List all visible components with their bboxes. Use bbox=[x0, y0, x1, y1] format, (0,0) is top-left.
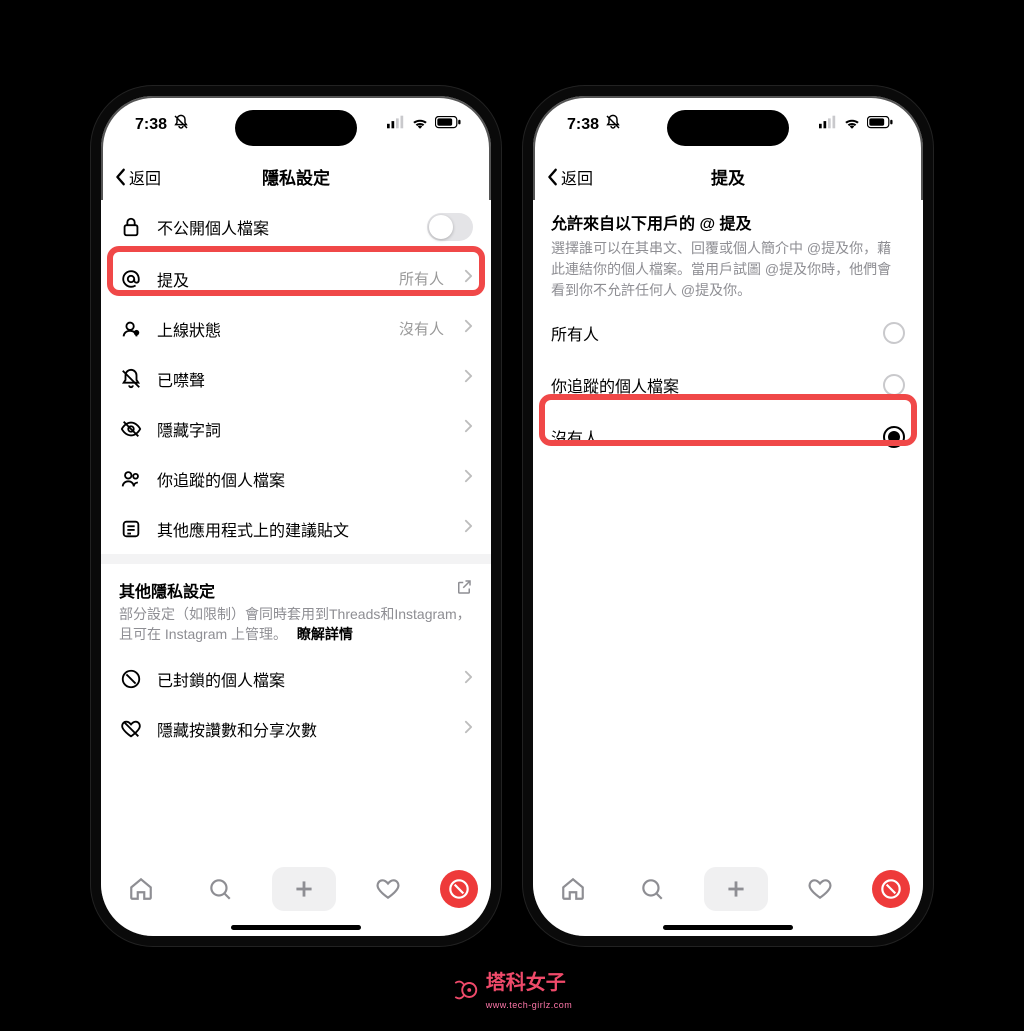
option-label: 你追蹤的個人檔案 bbox=[551, 373, 679, 397]
row-hidden-words[interactable]: 隱藏字詞 bbox=[101, 404, 491, 454]
row-private-profile[interactable]: 不公開個人檔案 bbox=[101, 200, 491, 254]
other-privacy-subtitle: 部分設定（如限制）會同時套用到Threads和Instagram，且可在 Ins… bbox=[101, 604, 491, 655]
dynamic-island bbox=[235, 110, 357, 146]
wifi-icon bbox=[411, 115, 429, 134]
row-online-status[interactable]: 上線狀態 沒有人 bbox=[101, 304, 491, 354]
chevron-right-icon bbox=[464, 720, 473, 739]
tab-activity[interactable] bbox=[361, 867, 415, 911]
row-label: 已封鎖的個人檔案 bbox=[157, 667, 444, 691]
battery-icon bbox=[435, 116, 461, 134]
back-label: 返回 bbox=[561, 165, 593, 189]
status-time: 7:38 bbox=[135, 116, 167, 134]
row-value: 沒有人 bbox=[399, 318, 444, 339]
row-value: 所有人 bbox=[399, 268, 444, 289]
phone-right: 7:38 返回 提及 bbox=[523, 86, 933, 946]
chevron-right-icon bbox=[464, 269, 473, 288]
tab-profile[interactable] bbox=[440, 870, 478, 908]
tab-activity[interactable] bbox=[793, 867, 847, 911]
back-button[interactable]: 返回 bbox=[547, 165, 593, 189]
row-label: 不公開個人檔案 bbox=[157, 215, 413, 239]
at-icon bbox=[119, 267, 143, 291]
home-indicator bbox=[663, 925, 793, 930]
option-following[interactable]: 你追蹤的個人檔案 bbox=[533, 359, 923, 411]
lock-icon bbox=[119, 215, 143, 239]
tab-compose[interactable] bbox=[704, 867, 768, 911]
tab-search[interactable] bbox=[193, 867, 247, 911]
blocked-icon bbox=[119, 667, 143, 691]
tab-bar bbox=[533, 856, 923, 936]
back-button[interactable]: 返回 bbox=[115, 165, 161, 189]
row-label: 你追蹤的個人檔案 bbox=[157, 467, 444, 491]
chevron-right-icon bbox=[464, 469, 473, 488]
cellular-icon bbox=[819, 115, 837, 134]
tab-home[interactable] bbox=[546, 867, 600, 911]
phone-left: 7:38 返回 隱私設定 bbox=[91, 86, 501, 946]
option-label: 所有人 bbox=[551, 321, 599, 345]
private-toggle[interactable] bbox=[427, 213, 473, 241]
row-label: 提及 bbox=[157, 267, 385, 291]
external-link-icon[interactable] bbox=[455, 578, 473, 601]
chevron-right-icon bbox=[464, 670, 473, 689]
chevron-right-icon bbox=[464, 419, 473, 438]
watermark-url: www.tech-girlz.com bbox=[486, 1000, 573, 1010]
mentions-description: 選擇誰可以在其串文、回覆或個人簡介中 @提及你，藉此連結你的個人檔案。當用戶試圖… bbox=[551, 238, 905, 301]
nav-bar: 返回 提及 bbox=[533, 154, 923, 200]
row-label: 其他應用程式上的建議貼文 bbox=[157, 517, 444, 541]
row-following[interactable]: 你追蹤的個人檔案 bbox=[101, 454, 491, 504]
row-mentions[interactable]: 提及 所有人 bbox=[101, 254, 491, 304]
row-muted[interactable]: 已噤聲 bbox=[101, 354, 491, 404]
row-label: 隱藏按讚數和分享次數 bbox=[157, 717, 444, 741]
row-label: 已噤聲 bbox=[157, 367, 444, 391]
chevron-right-icon bbox=[464, 319, 473, 338]
watermark-text: 塔科女子 bbox=[486, 972, 566, 994]
row-label: 隱藏字詞 bbox=[157, 417, 444, 441]
bell-off-icon bbox=[173, 114, 189, 135]
tab-search[interactable] bbox=[625, 867, 679, 911]
row-label: 上線狀態 bbox=[157, 317, 385, 341]
option-noone[interactable]: 沒有人 bbox=[533, 411, 923, 463]
tab-bar bbox=[101, 856, 491, 936]
watermark-icon bbox=[452, 976, 480, 1004]
radio-icon bbox=[883, 374, 905, 396]
dynamic-island bbox=[667, 110, 789, 146]
row-hide-likes[interactable]: 隱藏按讚數和分享次數 bbox=[101, 704, 491, 754]
tab-profile[interactable] bbox=[872, 870, 910, 908]
tab-home[interactable] bbox=[114, 867, 168, 911]
cellular-icon bbox=[387, 115, 405, 134]
bell-off-icon bbox=[605, 114, 621, 135]
nav-bar: 返回 隱私設定 bbox=[101, 154, 491, 200]
home-indicator bbox=[231, 925, 361, 930]
option-everyone[interactable]: 所有人 bbox=[533, 307, 923, 359]
post-icon bbox=[119, 517, 143, 541]
mentions-heading: 允許來自以下用戶的 @ 提及 bbox=[551, 210, 905, 234]
people-icon bbox=[119, 467, 143, 491]
status-time: 7:38 bbox=[567, 116, 599, 134]
watermark: 塔科女子 www.tech-girlz.com bbox=[452, 966, 573, 1013]
learn-more-link[interactable]: 瞭解詳情 bbox=[297, 626, 353, 642]
chevron-right-icon bbox=[464, 519, 473, 538]
radio-icon bbox=[883, 322, 905, 344]
content-area: 允許來自以下用戶的 @ 提及 選擇誰可以在其串文、回覆或個人簡介中 @提及你，藉… bbox=[533, 200, 923, 856]
heart-slash-icon bbox=[119, 717, 143, 741]
eye-slash-icon bbox=[119, 417, 143, 441]
wifi-icon bbox=[843, 115, 861, 134]
content-area: 不公開個人檔案 提及 所有人 上線狀態 沒有人 bbox=[101, 200, 491, 856]
row-blocked[interactable]: 已封鎖的個人檔案 bbox=[101, 654, 491, 704]
other-privacy-heading: 其他隱私設定 bbox=[101, 564, 491, 604]
radio-icon bbox=[883, 426, 905, 448]
bell-slash-icon bbox=[119, 367, 143, 391]
tab-compose[interactable] bbox=[272, 867, 336, 911]
section-divider bbox=[101, 554, 491, 564]
chevron-right-icon bbox=[464, 369, 473, 388]
option-label: 沒有人 bbox=[551, 425, 599, 449]
battery-icon bbox=[867, 116, 893, 134]
online-icon bbox=[119, 317, 143, 341]
back-label: 返回 bbox=[129, 165, 161, 189]
row-suggestions[interactable]: 其他應用程式上的建議貼文 bbox=[101, 504, 491, 554]
